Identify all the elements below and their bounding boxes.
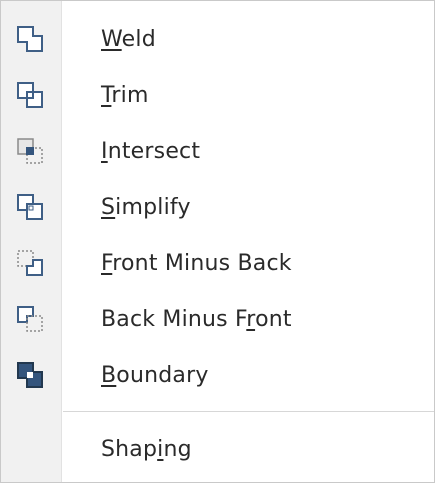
menu-item-simplify[interactable]: Simplify (1, 179, 434, 235)
menu-item-shaping[interactable]: Shaping (1, 421, 434, 477)
menu-item-weld[interactable]: Weld (1, 11, 434, 67)
menu-item-front-minus-back[interactable]: Front Minus Back (1, 235, 434, 291)
front-minus-back-icon (15, 248, 45, 278)
menu-separator (63, 411, 434, 412)
menu-item-label: Intersect (101, 138, 201, 164)
menu-item-back-minus-front[interactable]: Back Minus Front (1, 291, 434, 347)
menu-item-boundary[interactable]: Boundary (1, 347, 434, 403)
menu-item-label: Shaping (101, 436, 192, 462)
boundary-icon (15, 360, 45, 390)
menu-item-label: Boundary (101, 362, 209, 388)
simplify-icon (15, 192, 45, 222)
menu-item-trim[interactable]: Trim (1, 67, 434, 123)
weld-icon (15, 24, 45, 54)
intersect-icon (15, 136, 45, 166)
menu-item-label: Weld (101, 26, 156, 52)
back-minus-front-icon (15, 304, 45, 334)
shaping-context-menu: Weld Trim Intersect Simplify Front Minus… (0, 0, 435, 483)
trim-icon (15, 80, 45, 110)
menu-item-label: Front Minus Back (101, 250, 292, 276)
menu-item-intersect[interactable]: Intersect (1, 123, 434, 179)
menu-item-label: Back Minus Front (101, 306, 292, 332)
menu-item-label: Simplify (101, 194, 191, 220)
menu-item-label: Trim (101, 82, 149, 108)
